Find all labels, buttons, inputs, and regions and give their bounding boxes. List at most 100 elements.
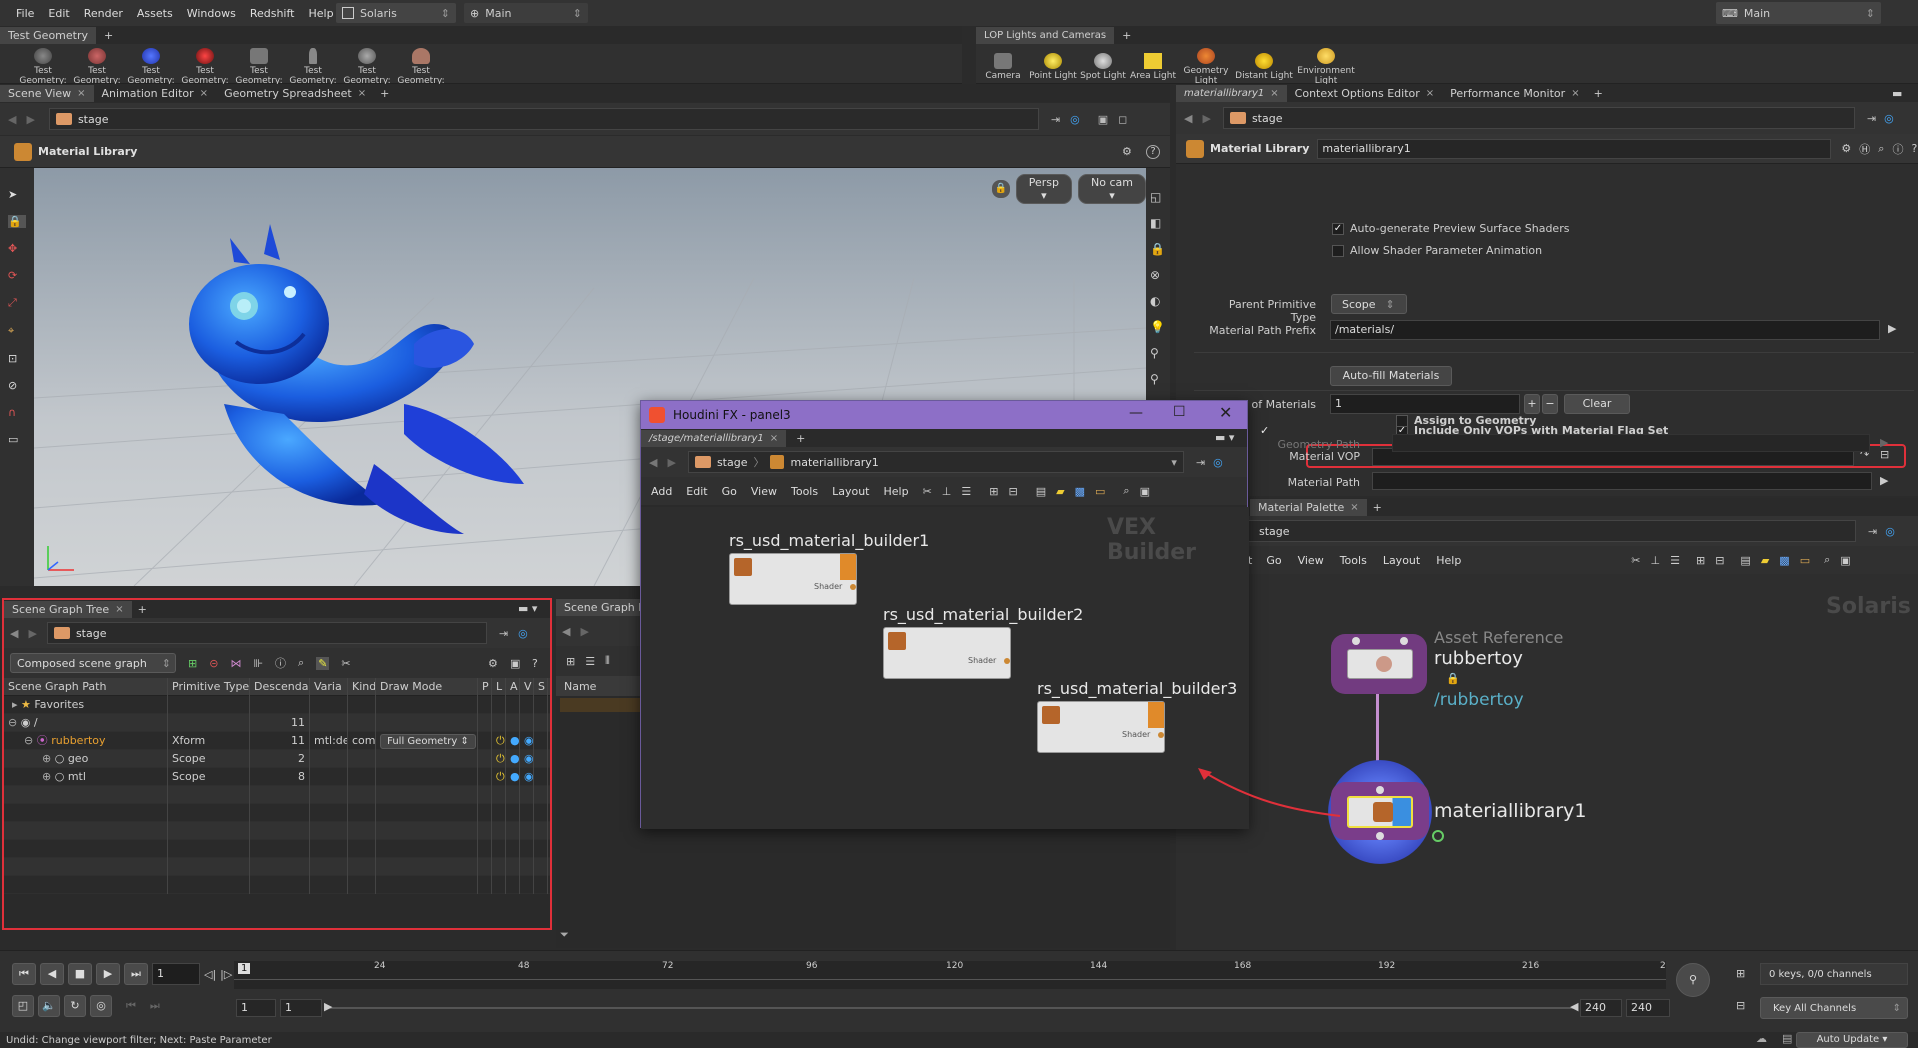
visible-icon[interactable]: ◉ (520, 749, 534, 768)
info-icon[interactable]: ⓘ (275, 655, 286, 671)
column-header[interactable]: Kind (348, 677, 376, 696)
output-connector[interactable] (850, 584, 856, 590)
link-icon[interactable]: ◎ (518, 627, 528, 640)
menu-redshift[interactable]: Redshift (250, 7, 295, 20)
display-icon[interactable]: ▤ (1036, 485, 1046, 498)
output-connector[interactable] (1376, 832, 1384, 840)
ruler-icon[interactable]: ▭ (8, 433, 26, 446)
maximize-icon[interactable]: ◻ (1118, 113, 1127, 126)
step-forward-icon[interactable]: |▷ (220, 968, 232, 981)
edit-tool-icon[interactable]: ⊘ (8, 379, 26, 392)
right-context-select[interactable]: ⌨ Main ⇕ (1716, 2, 1881, 24)
forward-arrow-icon[interactable]: ▶ (26, 113, 34, 126)
help-icon[interactable]: ? (1911, 142, 1917, 155)
pane-menu-icon[interactable]: ▬ ▾ (518, 602, 537, 615)
pose-tool-icon[interactable]: ⌖ (8, 324, 26, 338)
output-connector[interactable] (1158, 732, 1164, 738)
shading-icon[interactable]: ◧ (1150, 216, 1166, 230)
desktop-select[interactable]: Solaris ⇕ (336, 3, 456, 23)
list-icon[interactable]: ☰ (1670, 554, 1680, 567)
add-material-button[interactable]: + (1524, 394, 1540, 414)
menu-layout[interactable]: Layout (832, 485, 869, 498)
autofill-materials-button[interactable]: Auto-fill Materials (1330, 366, 1452, 386)
name-column-header[interactable]: Name (564, 680, 596, 693)
key-all-channels-select[interactable]: Key All Channels ⇕ (1760, 997, 1908, 1019)
material-builder-node[interactable]: Shader (883, 627, 1011, 679)
display-options-icon[interactable]: ◱ (1150, 190, 1166, 204)
shelf-tool-geometry-light[interactable]: Geometry Light (1178, 48, 1234, 86)
expand-arrow-icon[interactable]: ▶ (1888, 322, 1896, 335)
expand-arrow-icon[interactable]: ▶ (1880, 436, 1888, 449)
active-icon[interactable]: ● (506, 731, 520, 750)
highlight-icon[interactable]: ✎ (316, 656, 330, 670)
wrench-icon[interactable]: ✂ (1631, 554, 1640, 567)
expand-icon[interactable]: ⊕ (42, 752, 51, 765)
column-header[interactable]: Primitive Type (168, 677, 250, 696)
gear-icon[interactable]: ⚙ (1841, 142, 1851, 155)
crumb-stage[interactable]: stage (717, 456, 748, 469)
image-icon[interactable]: ▩ (1075, 485, 1085, 498)
clear-button[interactable]: Clear (1564, 394, 1630, 414)
output-connector[interactable] (1004, 658, 1010, 664)
frame-marker[interactable]: 1 (238, 963, 251, 974)
range-start-field[interactable]: 1 (280, 999, 322, 1017)
prev-key-icon[interactable]: ⏮ (126, 999, 136, 1013)
table-row[interactable]: ⊕ ○ mtl Scope 8 ⏻ ● ◉ (4, 767, 550, 786)
tab-geometry-spreadsheet[interactable]: Geometry Spreadsheet × (216, 85, 374, 102)
table-row[interactable]: ⊖ ⦿ rubbertoy Xform 11 mtl:de com Full G… (4, 731, 550, 750)
add-tab-icon[interactable]: + (104, 29, 113, 42)
back-arrow-icon[interactable]: ◀ (8, 113, 16, 126)
grid-icon[interactable]: ⊟ (1715, 554, 1724, 567)
column-header[interactable]: Varia (310, 677, 348, 696)
range-end-handle[interactable]: ◀ (1570, 1000, 1578, 1013)
material-builder-node[interactable]: Shader (729, 553, 857, 605)
keyframe-wrench-icon[interactable]: ⚲ (1676, 963, 1710, 997)
help-icon[interactable]: ? (532, 657, 538, 670)
menu-add[interactable]: Add (651, 485, 672, 498)
scene-path-field[interactable]: stage (48, 108, 1039, 130)
node-name-field[interactable]: materiallibrary1 (1317, 138, 1832, 159)
shelf-tool-camera[interactable]: Camera (978, 53, 1028, 81)
help-icon[interactable]: ? (1146, 144, 1160, 159)
current-frame-field[interactable]: 1 (152, 963, 200, 985)
list-icon[interactable]: ☰ (961, 485, 971, 498)
columns-icon[interactable]: ⫴ (605, 654, 610, 668)
column-header[interactable]: P (478, 677, 492, 696)
link-icon[interactable]: ◎ (1885, 525, 1895, 538)
close-window-icon[interactable]: ✕ (1219, 403, 1232, 422)
active-icon[interactable]: ● (506, 749, 520, 768)
geometry-path-field[interactable] (1392, 434, 1870, 452)
assign-geo-checkbox[interactable] (1396, 414, 1408, 427)
expand-icon[interactable]: ⋈ (230, 657, 241, 670)
column-header[interactable]: Scene Graph Path (4, 677, 168, 696)
mat-prefix-field[interactable]: /materials/ (1330, 320, 1880, 340)
update-mode-icon[interactable]: ▤ (1782, 1032, 1792, 1045)
settings-icon[interactable]: ◎ (90, 995, 112, 1017)
tab-material-palette[interactable]: Material Palette × (1250, 498, 1367, 516)
pin-icon[interactable]: ⇥ (499, 627, 508, 640)
load-icon[interactable]: ⏻ (492, 731, 506, 750)
link-icon[interactable]: ◎ (1213, 456, 1223, 469)
table-row[interactable]: ▸ ★ Favorites (4, 695, 550, 714)
crumb-materiallibrary[interactable]: materiallibrary1 (790, 456, 878, 469)
play-back-button[interactable]: ◀ (40, 963, 64, 985)
scene-graph-path-field[interactable]: stage (46, 622, 487, 644)
jump-start-button[interactable]: ⏮ (12, 963, 36, 985)
tab-scene-view[interactable]: Scene View × (0, 84, 94, 102)
pin-icon[interactable]: ⇥ (1196, 456, 1205, 469)
tab-materiallibrary1[interactable]: materiallibrary1 × (1176, 84, 1287, 102)
shelf-tool-environment-light[interactable]: Environment Light (1294, 48, 1358, 86)
close-icon[interactable]: × (77, 85, 85, 102)
num-materials-field[interactable]: 1 (1330, 394, 1520, 414)
persp-menu[interactable]: Persp ▾ (1015, 174, 1073, 204)
wrench-icon[interactable]: ✂ (923, 485, 932, 498)
range-end-field[interactable]: 240 (1580, 999, 1622, 1017)
pin-icon[interactable]: ⇥ (1051, 113, 1060, 126)
next-key-icon[interactable]: ⏭ (150, 999, 160, 1013)
sticky-note-icon[interactable]: ▰ (1761, 554, 1769, 567)
tab-scene-graph-tree[interactable]: Scene Graph Tree × (4, 600, 132, 618)
back-arrow-icon[interactable]: ◀ (649, 456, 657, 469)
back-arrow-icon[interactable]: ◀ (562, 625, 570, 638)
auto-preview-checkbox[interactable]: ✓ (1332, 222, 1344, 235)
menu-assets[interactable]: Assets (137, 7, 173, 20)
